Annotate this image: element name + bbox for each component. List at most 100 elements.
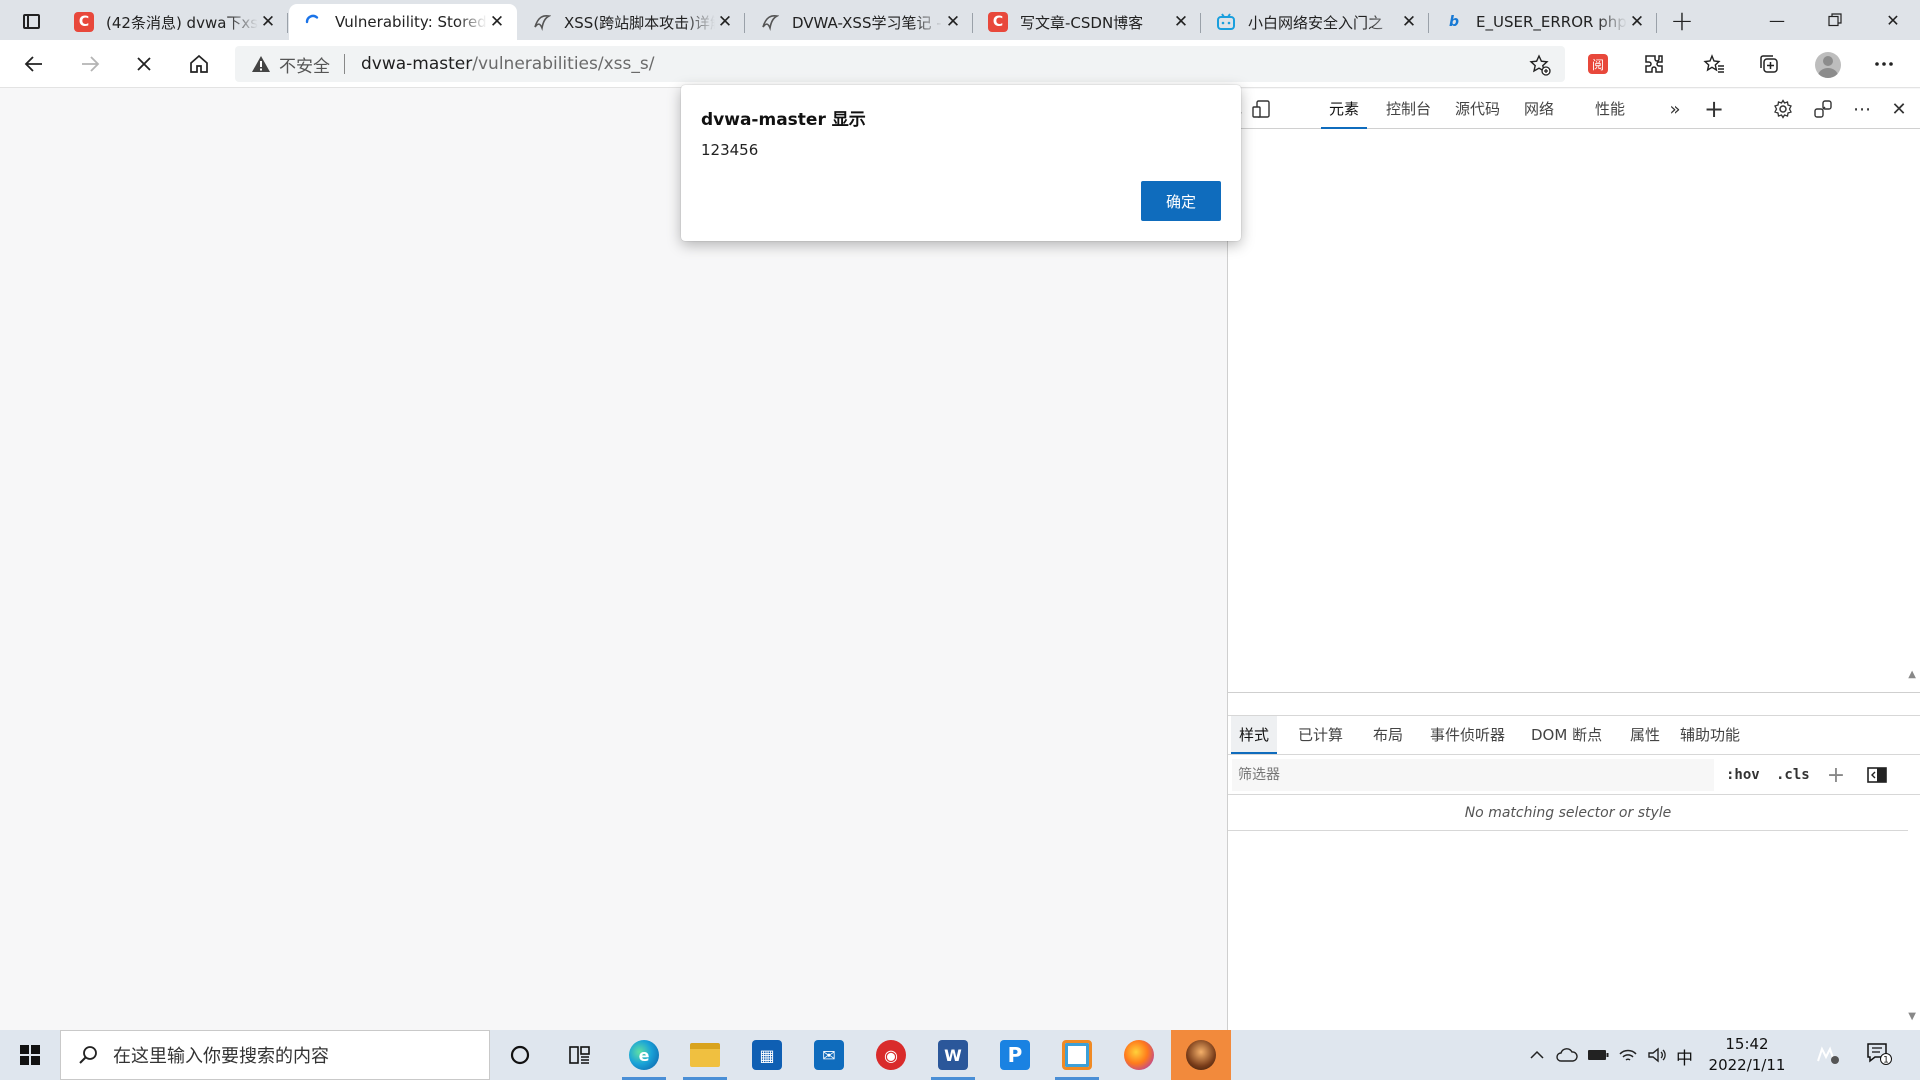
task-view-icon[interactable]	[555, 1030, 605, 1080]
tab-close-icon[interactable]: ✕	[1627, 12, 1647, 32]
minimize-icon[interactable]: —	[1748, 0, 1806, 40]
close-devtools-icon[interactable]: ✕	[1886, 97, 1912, 121]
new-tab-button[interactable]: +	[1664, 4, 1700, 37]
js-alert-dialog: dvwa-master 显示 123456 确定	[681, 85, 1241, 241]
loading-spinner-icon	[303, 12, 323, 32]
tab-close-icon[interactable]: ✕	[1399, 12, 1419, 32]
ime-indicator[interactable]: 中	[1676, 1044, 1693, 1069]
more-tabs-chevron-icon[interactable]: »	[1662, 97, 1688, 121]
toggle-sidebar-icon[interactable]	[1864, 763, 1890, 787]
active-app-icon[interactable]	[1171, 1030, 1231, 1080]
dom-tree-pane[interactable]	[1228, 130, 1920, 693]
taskbar-clock[interactable]: 15:42 2022/1/11	[1700, 1034, 1794, 1076]
devtools-tab-elements[interactable]: 元素	[1321, 89, 1368, 129]
tab-vulnerability-stored[interactable]: Vulnerability: Stored Cross Site Scripti…	[289, 4, 517, 40]
tab-bing-php[interactable]: b E_USER_ERROR php - ✕	[1430, 4, 1657, 40]
devtools-tab-performance[interactable]: 性能	[1587, 89, 1633, 129]
firefox-icon[interactable]	[1109, 1030, 1169, 1080]
hov-toggle[interactable]: :hov	[1726, 763, 1760, 787]
close-window-icon[interactable]: ✕	[1864, 0, 1920, 40]
subtab-styles[interactable]: 样式	[1231, 716, 1278, 754]
dvwa-icon	[532, 12, 552, 32]
profile-avatar[interactable]	[1815, 52, 1841, 78]
netease-music-icon[interactable]: ◉	[861, 1030, 921, 1080]
subtab-event-listeners[interactable]: 事件侦听器	[1422, 716, 1513, 754]
tab-close-icon[interactable]: ✕	[943, 12, 963, 32]
favorites-icon[interactable]	[1696, 46, 1732, 82]
subtab-properties[interactable]: 属性	[1622, 716, 1668, 754]
home-button[interactable]	[181, 46, 217, 82]
wifi-icon[interactable]	[1615, 1030, 1641, 1080]
tab-close-icon[interactable]: ✕	[715, 12, 735, 32]
word-icon[interactable]: W	[923, 1030, 983, 1080]
tab-title: 小白网络安全入门之	[1248, 13, 1384, 32]
notification-center-icon[interactable]: 1	[1866, 1042, 1892, 1066]
mail-icon[interactable]: ✉	[799, 1030, 859, 1080]
device-emulation-icon[interactable]	[1248, 97, 1274, 121]
subtab-accessibility[interactable]: 辅助功能	[1672, 716, 1748, 754]
volume-icon[interactable]	[1644, 1030, 1670, 1080]
tab-dvwa-xss-notes[interactable]: DVWA-XSS学习笔记 - ✕	[746, 4, 973, 40]
scroll-up-arrow-icon[interactable]: ▲	[1908, 669, 1916, 680]
extension-icon-red[interactable]: 阅	[1588, 54, 1608, 74]
devtools-more-icon[interactable]: ⋯	[1849, 97, 1875, 121]
cortana-icon[interactable]	[495, 1030, 545, 1080]
new-style-rule-icon[interactable]: +	[1823, 763, 1849, 788]
warning-icon[interactable]	[251, 54, 271, 74]
restore-icon[interactable]	[1806, 0, 1864, 40]
tab-bilibili[interactable]: 小白网络安全入门之 ✕	[1202, 4, 1429, 40]
taskbar-search-box[interactable]: 在这里输入你要搜索的内容	[60, 1030, 490, 1080]
tab-strip: C (42条消息) dvwa下xss ✕ Vulnerability: Stor…	[0, 0, 1920, 40]
clock-time: 15:42	[1725, 1035, 1769, 1053]
cls-toggle[interactable]: .cls	[1776, 763, 1810, 787]
stop-loading-button[interactable]	[126, 46, 162, 82]
onedrive-icon[interactable]	[1554, 1030, 1580, 1080]
tab-close-icon[interactable]: ✕	[487, 12, 507, 32]
connect-devices-icon[interactable]	[1810, 97, 1836, 121]
tab-title: XSS(跨站脚本攻击)详解	[564, 13, 715, 32]
alert-message: 123456	[701, 141, 759, 159]
battery-icon[interactable]	[1585, 1030, 1611, 1080]
alert-title: dvwa-master 显示	[701, 110, 866, 130]
notification-count: 1	[1883, 1056, 1889, 1066]
devtools-tab-sources[interactable]: 源代码	[1447, 89, 1508, 129]
browser-toolbar: 不安全 dvwa-master/vulnerabilities/xss_s/ 阅	[0, 40, 1920, 88]
tab-csdn-dvwa-xss[interactable]: C (42条消息) dvwa下xss ✕	[60, 4, 288, 40]
styles-filter-input[interactable]	[1232, 759, 1714, 791]
extensions-icon[interactable]	[1636, 46, 1672, 82]
security-label[interactable]: 不安全	[279, 52, 330, 77]
subtab-computed[interactable]: 已计算	[1290, 716, 1351, 754]
more-menu-icon[interactable]	[1866, 46, 1902, 82]
scroll-down-arrow-icon[interactable]: ▼	[1908, 1011, 1916, 1022]
windows-start-icon[interactable]	[0, 1030, 60, 1080]
settings-gear-icon[interactable]	[1770, 97, 1796, 121]
subtab-layout[interactable]: 布局	[1365, 716, 1411, 754]
tab-title: (42条消息) dvwa下xss	[106, 13, 258, 32]
forward-button[interactable]	[72, 46, 108, 82]
devtools-tab-network[interactable]: 网络	[1516, 89, 1562, 129]
address-bar[interactable]: 不安全 dvwa-master/vulnerabilities/xss_s/	[235, 46, 1565, 82]
back-button[interactable]	[16, 46, 52, 82]
tray-chevron-up-icon[interactable]	[1525, 1030, 1549, 1080]
tab-title: Vulnerability: Stored Cross Site Scripti…	[335, 13, 487, 31]
microsoft-store-icon[interactable]: ▦	[737, 1030, 797, 1080]
meet-now-icon[interactable]	[1808, 1030, 1848, 1080]
devtools-tab-console[interactable]: 控制台	[1378, 89, 1439, 129]
windows-taskbar: 在这里输入你要搜索的内容 e ▦ ✉ ◉ W P 中 15:42 2022/1/…	[0, 1030, 1920, 1080]
tab-close-icon[interactable]: ✕	[1171, 12, 1191, 32]
vmware-icon[interactable]	[1047, 1030, 1107, 1080]
edge-app-icon[interactable]: e	[614, 1030, 674, 1080]
collections-icon[interactable]	[1751, 46, 1787, 82]
subtab-dom-breakpoints[interactable]: DOM 断点	[1523, 716, 1610, 754]
url-host: dvwa-master	[361, 54, 473, 74]
p-app-icon[interactable]: P	[985, 1030, 1045, 1080]
add-tool-icon[interactable]: +	[1701, 95, 1727, 123]
tab-actions-icon[interactable]	[14, 8, 48, 34]
tab-close-icon[interactable]: ✕	[258, 12, 278, 32]
tab-xss-explained[interactable]: XSS(跨站脚本攻击)详解 ✕	[518, 4, 745, 40]
add-favorite-icon[interactable]	[1529, 54, 1551, 76]
file-explorer-icon[interactable]	[675, 1030, 735, 1080]
search-icon	[79, 1046, 97, 1064]
tab-csdn-write[interactable]: C 写文章-CSDN博客 ✕	[974, 4, 1201, 40]
alert-ok-button[interactable]: 确定	[1141, 181, 1221, 221]
